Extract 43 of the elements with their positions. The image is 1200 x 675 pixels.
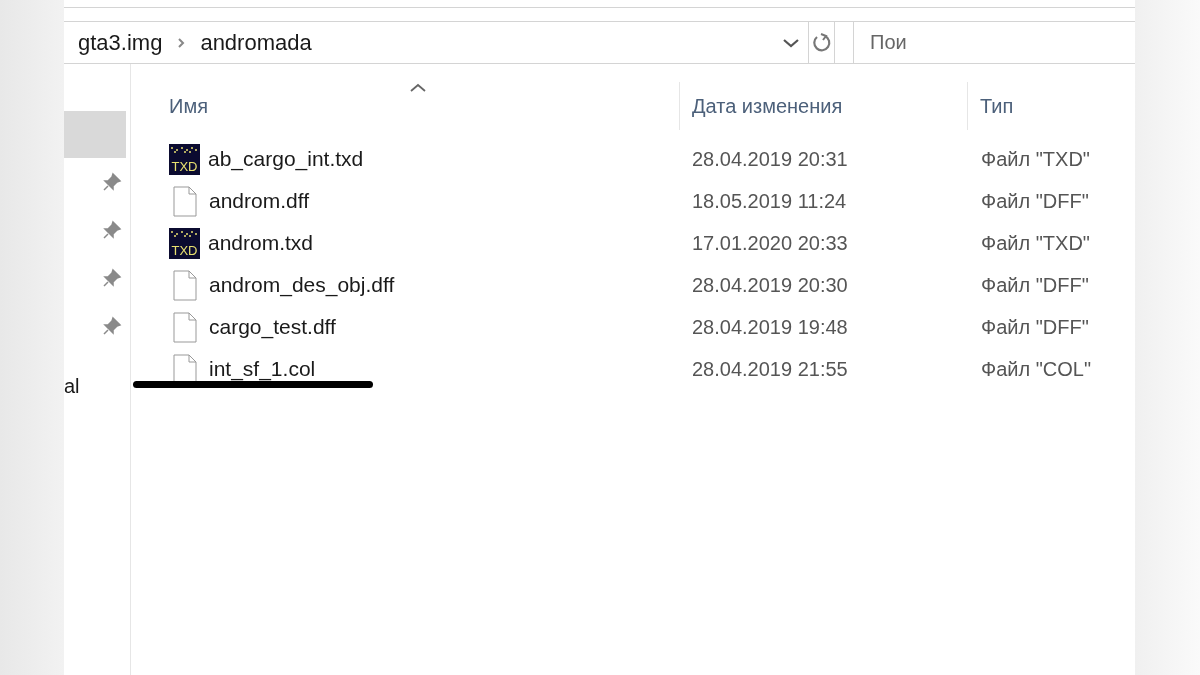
file-name: androm.txd <box>208 230 314 257</box>
type-cell-text: Файл "TXD" <box>980 147 1090 172</box>
pin-icon <box>102 268 122 288</box>
column-header[interactable]: Имя <box>131 82 679 130</box>
file-row[interactable]: androm.dff 18.05.2019 11:24 Файл "DFF" <box>131 180 1135 222</box>
date-cell-text: 28.04.2019 21:55 <box>691 357 849 382</box>
type-cell-text: Файл "DFF" <box>980 315 1089 340</box>
refresh-icon <box>810 31 833 54</box>
date-cell-text: 28.04.2019 19:48 <box>691 315 849 340</box>
type-cell-text: Файл "DFF" <box>980 189 1089 214</box>
type-cell-text: Файл "DFF" <box>980 273 1089 298</box>
breadcrumb-item[interactable]: andromada <box>200 26 312 59</box>
file-name: androm_des_obj.dff <box>209 272 395 299</box>
file-name: cargo_test.dff <box>209 314 336 341</box>
address-bar[interactable]: gta3.img andromada <box>64 22 810 63</box>
column-header[interactable]: Дата изменения <box>679 82 967 130</box>
file-row[interactable]: TXD androm.txd 17.01.2020 20:33 Файл "TXD" <box>131 222 1135 264</box>
date-cell-text: 28.04.2019 20:31 <box>691 147 849 172</box>
pin-icon <box>102 220 122 240</box>
date-cell-text: 28.04.2019 20:30 <box>691 273 849 298</box>
sort-caret-icon <box>409 83 427 93</box>
pin-icon <box>102 172 122 192</box>
file-name: ab_cargo_int.txd <box>208 146 364 173</box>
file-row[interactable]: int_sf_1.col 28.04.2019 21:55 Файл "COL" <box>131 348 1135 390</box>
file-icon <box>173 185 197 217</box>
file-row[interactable]: TXD ab_cargo_int.txd 28.04.2019 20:31 Файл "TXD" <box>131 138 1135 180</box>
nav-item[interactable]: al <box>64 374 130 398</box>
type-cell-text: Файл "TXD" <box>980 231 1090 256</box>
file-icon <box>173 311 197 343</box>
date-cell-text: 18.05.2019 11:24 <box>691 189 848 214</box>
dropdown-chevron-icon[interactable] <box>782 36 801 49</box>
chevron-right-icon <box>176 36 187 49</box>
type-cell-text: Файл "COL" <box>980 357 1092 382</box>
breadcrumb-item[interactable]: gta3.img <box>78 26 163 59</box>
file-row[interactable]: cargo_test.dff 28.04.2019 19:48 Файл "DFF" <box>131 306 1135 348</box>
file-row[interactable]: androm_des_obj.dff 28.04.2019 20:30 Файл "DFF" <box>131 264 1135 306</box>
texture-file-icon: TXD <box>169 143 200 175</box>
pin-icon <box>102 316 122 336</box>
date-cell-text: 17.01.2020 20:33 <box>691 231 849 256</box>
file-icon <box>173 269 197 301</box>
file-name: androm.dff <box>209 188 309 215</box>
texture-file-icon: TXD <box>169 227 200 259</box>
file-name: int_sf_1.col <box>209 356 316 383</box>
